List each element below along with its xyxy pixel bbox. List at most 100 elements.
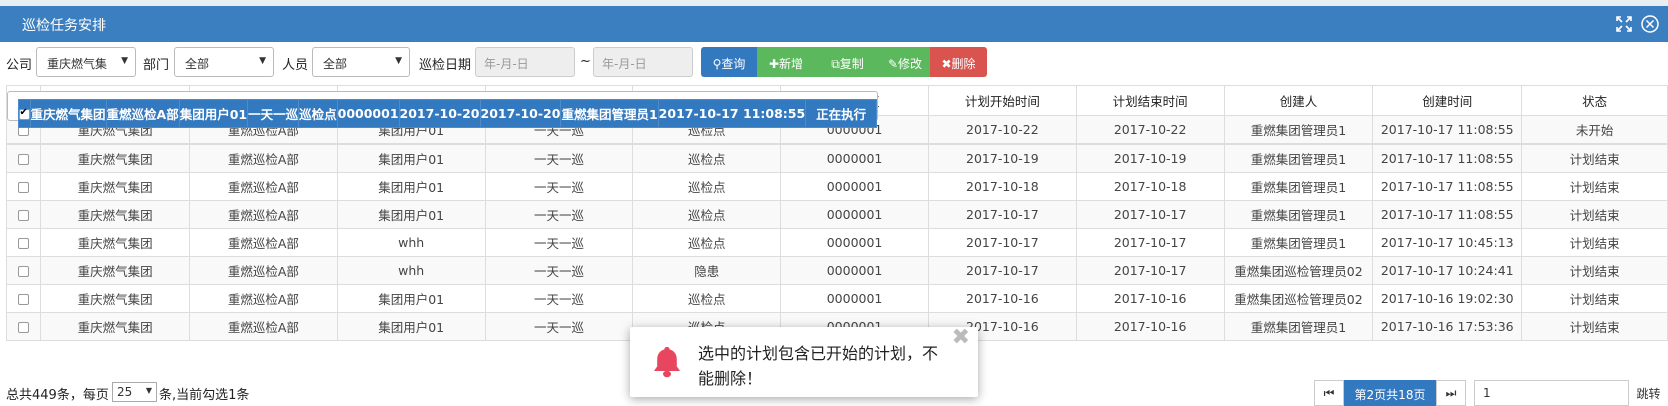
add-button[interactable]: ✚新增 bbox=[757, 47, 815, 77]
table-cell: 一天一巡 bbox=[484, 312, 634, 341]
row-checkbox[interactable] bbox=[18, 210, 30, 221]
query-button[interactable]: ⚲查询 bbox=[701, 47, 757, 77]
table-cell: 2017-10-17 10:45:13 bbox=[1372, 228, 1523, 257]
last-page-button[interactable]: ⏭ bbox=[1436, 380, 1466, 406]
row-checkbox[interactable] bbox=[18, 294, 30, 305]
table-cell: 2017-10-18 bbox=[1075, 172, 1225, 201]
table-cell: 正在执行 bbox=[805, 98, 878, 128]
table-cell: 0000001 bbox=[780, 172, 929, 201]
row-checkbox[interactable] bbox=[18, 266, 30, 277]
copy-button[interactable]: ⧉复制 bbox=[815, 47, 880, 77]
table-row[interactable]: 重庆燃气集团重燃巡检A部集团用户01一天一巡巡检点00000012017-10-… bbox=[5, 284, 1668, 313]
table-cell: 2017-10-18 bbox=[927, 172, 1077, 201]
table-cell: 2017-10-17 bbox=[927, 256, 1077, 285]
start-date-input[interactable]: 年-月-日 bbox=[475, 47, 575, 77]
first-page-button[interactable]: ⏮ bbox=[1314, 380, 1344, 406]
row-checkbox-cell[interactable] bbox=[17, 98, 31, 128]
table-cell: 重燃巡检A部 bbox=[188, 284, 338, 313]
table-cell: 集团用户01 bbox=[336, 144, 486, 173]
table-cell: 重燃巡检A部 bbox=[188, 200, 338, 229]
table-cell: 计划结束 bbox=[1521, 200, 1668, 229]
table-cell: 2017-10-16 bbox=[1075, 284, 1225, 313]
table-cell: 巡检点 bbox=[298, 98, 338, 128]
table-cell: 0000001 bbox=[780, 284, 929, 313]
status-highlight: 正在执行 bbox=[806, 100, 876, 126]
row-checkbox[interactable] bbox=[19, 107, 29, 120]
table-cell: 计划结束 bbox=[1521, 144, 1668, 173]
table-cell: 一天一巡 bbox=[484, 284, 634, 313]
toast-close-icon[interactable]: ✖ bbox=[952, 325, 970, 350]
table-cell: 未开始 bbox=[1521, 115, 1668, 144]
copy-icon: ⧉ bbox=[831, 57, 840, 71]
edit-button[interactable]: ✎修改 bbox=[880, 47, 930, 77]
delete-button-label: 删除 bbox=[951, 57, 976, 71]
go-button[interactable]: 跳转 bbox=[1629, 380, 1668, 406]
row-checkbox[interactable] bbox=[18, 322, 30, 333]
table-row[interactable]: 重庆燃气集团重燃巡检A部集团用户01一天一巡巡检点00000012017-10-… bbox=[5, 172, 1668, 201]
table-cell: 0000001 bbox=[780, 200, 929, 229]
table-cell: 2017-10-17 11:08:55 bbox=[1372, 200, 1523, 229]
x-icon: ✖ bbox=[941, 57, 952, 71]
table-cell: 一天一巡 bbox=[484, 172, 634, 201]
company-select[interactable]: 重庆燃气集 ▼ bbox=[36, 47, 136, 77]
maximize-icon[interactable] bbox=[1614, 14, 1634, 34]
table-cell: 重燃集团管理员1 bbox=[1223, 200, 1374, 229]
table-row[interactable]: 重庆燃气集团 重燃巡检A部 whh 一天一巡 隐患 0000001 2017-10-17 20… bbox=[5, 256, 1668, 285]
table-cell: 2017-10-22 bbox=[1075, 115, 1225, 144]
table-row[interactable]: 重庆燃气集团 重燃巡检A部 whh 一天一巡 巡检点 0000001 2017-10-17 2… bbox=[5, 228, 1668, 257]
current-page-indicator: 第2页共18页 bbox=[1344, 380, 1436, 406]
column-header[interactable]: 计划结束时间 bbox=[1075, 85, 1225, 116]
delete-button[interactable]: ✖删除 bbox=[930, 47, 987, 77]
row-checkbox[interactable] bbox=[18, 238, 30, 249]
row-checkbox-cell[interactable] bbox=[5, 312, 42, 341]
table-cell: 2017-10-17 bbox=[927, 200, 1077, 229]
column-header[interactable]: 状态 bbox=[1521, 85, 1668, 116]
dept-select[interactable]: 全部 ▼ bbox=[174, 47, 274, 77]
row-checkbox-cell[interactable] bbox=[5, 200, 42, 229]
column-header[interactable]: 创建时间 bbox=[1372, 85, 1523, 116]
dialog-title: 巡检任务安排 bbox=[22, 18, 106, 34]
company-select-value: 重庆燃气集 bbox=[47, 57, 108, 71]
copy-button-label: 复制 bbox=[839, 57, 864, 71]
table-cell: 2017-10-17 10:24:41 bbox=[1372, 256, 1523, 285]
row-checkbox-cell[interactable] bbox=[5, 256, 42, 285]
table-cell: 2017-10-19 bbox=[927, 144, 1077, 173]
row-checkbox-cell[interactable] bbox=[5, 172, 42, 201]
table-cell: 重庆燃气集团 bbox=[40, 312, 190, 341]
table-row[interactable]: 重庆燃气集团重燃巡检A部集团用户01一天一巡巡检点00000012017-10-… bbox=[5, 144, 1668, 173]
table-row[interactable]: 重庆燃气集团重燃巡检A部集团用户01一天一巡巡检点00000012017-10-… bbox=[5, 200, 1668, 229]
page-number-input[interactable]: 1 bbox=[1474, 380, 1629, 406]
table-cell: 巡检点 bbox=[632, 144, 782, 173]
row-checkbox[interactable] bbox=[18, 182, 30, 193]
table-cell: 2017-10-17 11:08:55 bbox=[1372, 144, 1523, 173]
person-select[interactable]: 全部 ▼ bbox=[312, 47, 410, 77]
page-size-select[interactable]: 25 ▼ bbox=[112, 382, 157, 402]
row-checkbox-cell[interactable] bbox=[5, 228, 42, 257]
table-cell: 重燃巡检A部 bbox=[188, 172, 338, 201]
table-cell: 重燃集团管理员1 bbox=[1223, 115, 1374, 144]
table-cell: 巡检点 bbox=[632, 200, 782, 229]
total-summary: 总共449条，每页 bbox=[6, 388, 109, 403]
row-checkbox[interactable] bbox=[18, 154, 30, 165]
table-cell: 重庆燃气集团 bbox=[29, 98, 107, 128]
row-checkbox-cell[interactable] bbox=[5, 284, 42, 313]
table-cell: 重庆燃气集团 bbox=[40, 200, 190, 229]
date-label: 巡检日期 bbox=[419, 58, 472, 73]
column-header[interactable]: 计划开始时间 bbox=[927, 85, 1077, 116]
table-cell: 2017-10-17 bbox=[1075, 228, 1225, 257]
table-cell: 巡检点 bbox=[632, 172, 782, 201]
filter-toolbar: 公司 重庆燃气集 ▼ 部门 全部 ▼ 人员 全部 ▼ 巡检日期 年-月-日 ~ 年-月… bbox=[0, 42, 1668, 82]
dept-select-value: 全部 bbox=[185, 57, 210, 71]
close-icon[interactable] bbox=[1640, 14, 1660, 34]
chevron-down-icon: ▼ bbox=[121, 56, 128, 66]
table-cell: 重庆燃气集团 bbox=[40, 256, 190, 285]
table-cell: 计划结束 bbox=[1521, 256, 1668, 285]
column-header[interactable]: 创建人 bbox=[1223, 85, 1374, 116]
table-cell: 2017-10-17 11:08:55 bbox=[1372, 172, 1523, 201]
end-date-input[interactable]: 年-月-日 bbox=[593, 47, 693, 77]
table-row[interactable]: 重庆燃气集团重燃巡检A部集团用户01一天一巡巡检点00000012017-10-… bbox=[6, 90, 879, 128]
table-cell: 重燃集团管理员1 bbox=[560, 98, 659, 128]
row-checkbox-cell[interactable] bbox=[5, 144, 42, 173]
table-cell: 2017-10-17 bbox=[1075, 256, 1225, 285]
table-cell: 重燃巡检A部 bbox=[188, 228, 338, 257]
